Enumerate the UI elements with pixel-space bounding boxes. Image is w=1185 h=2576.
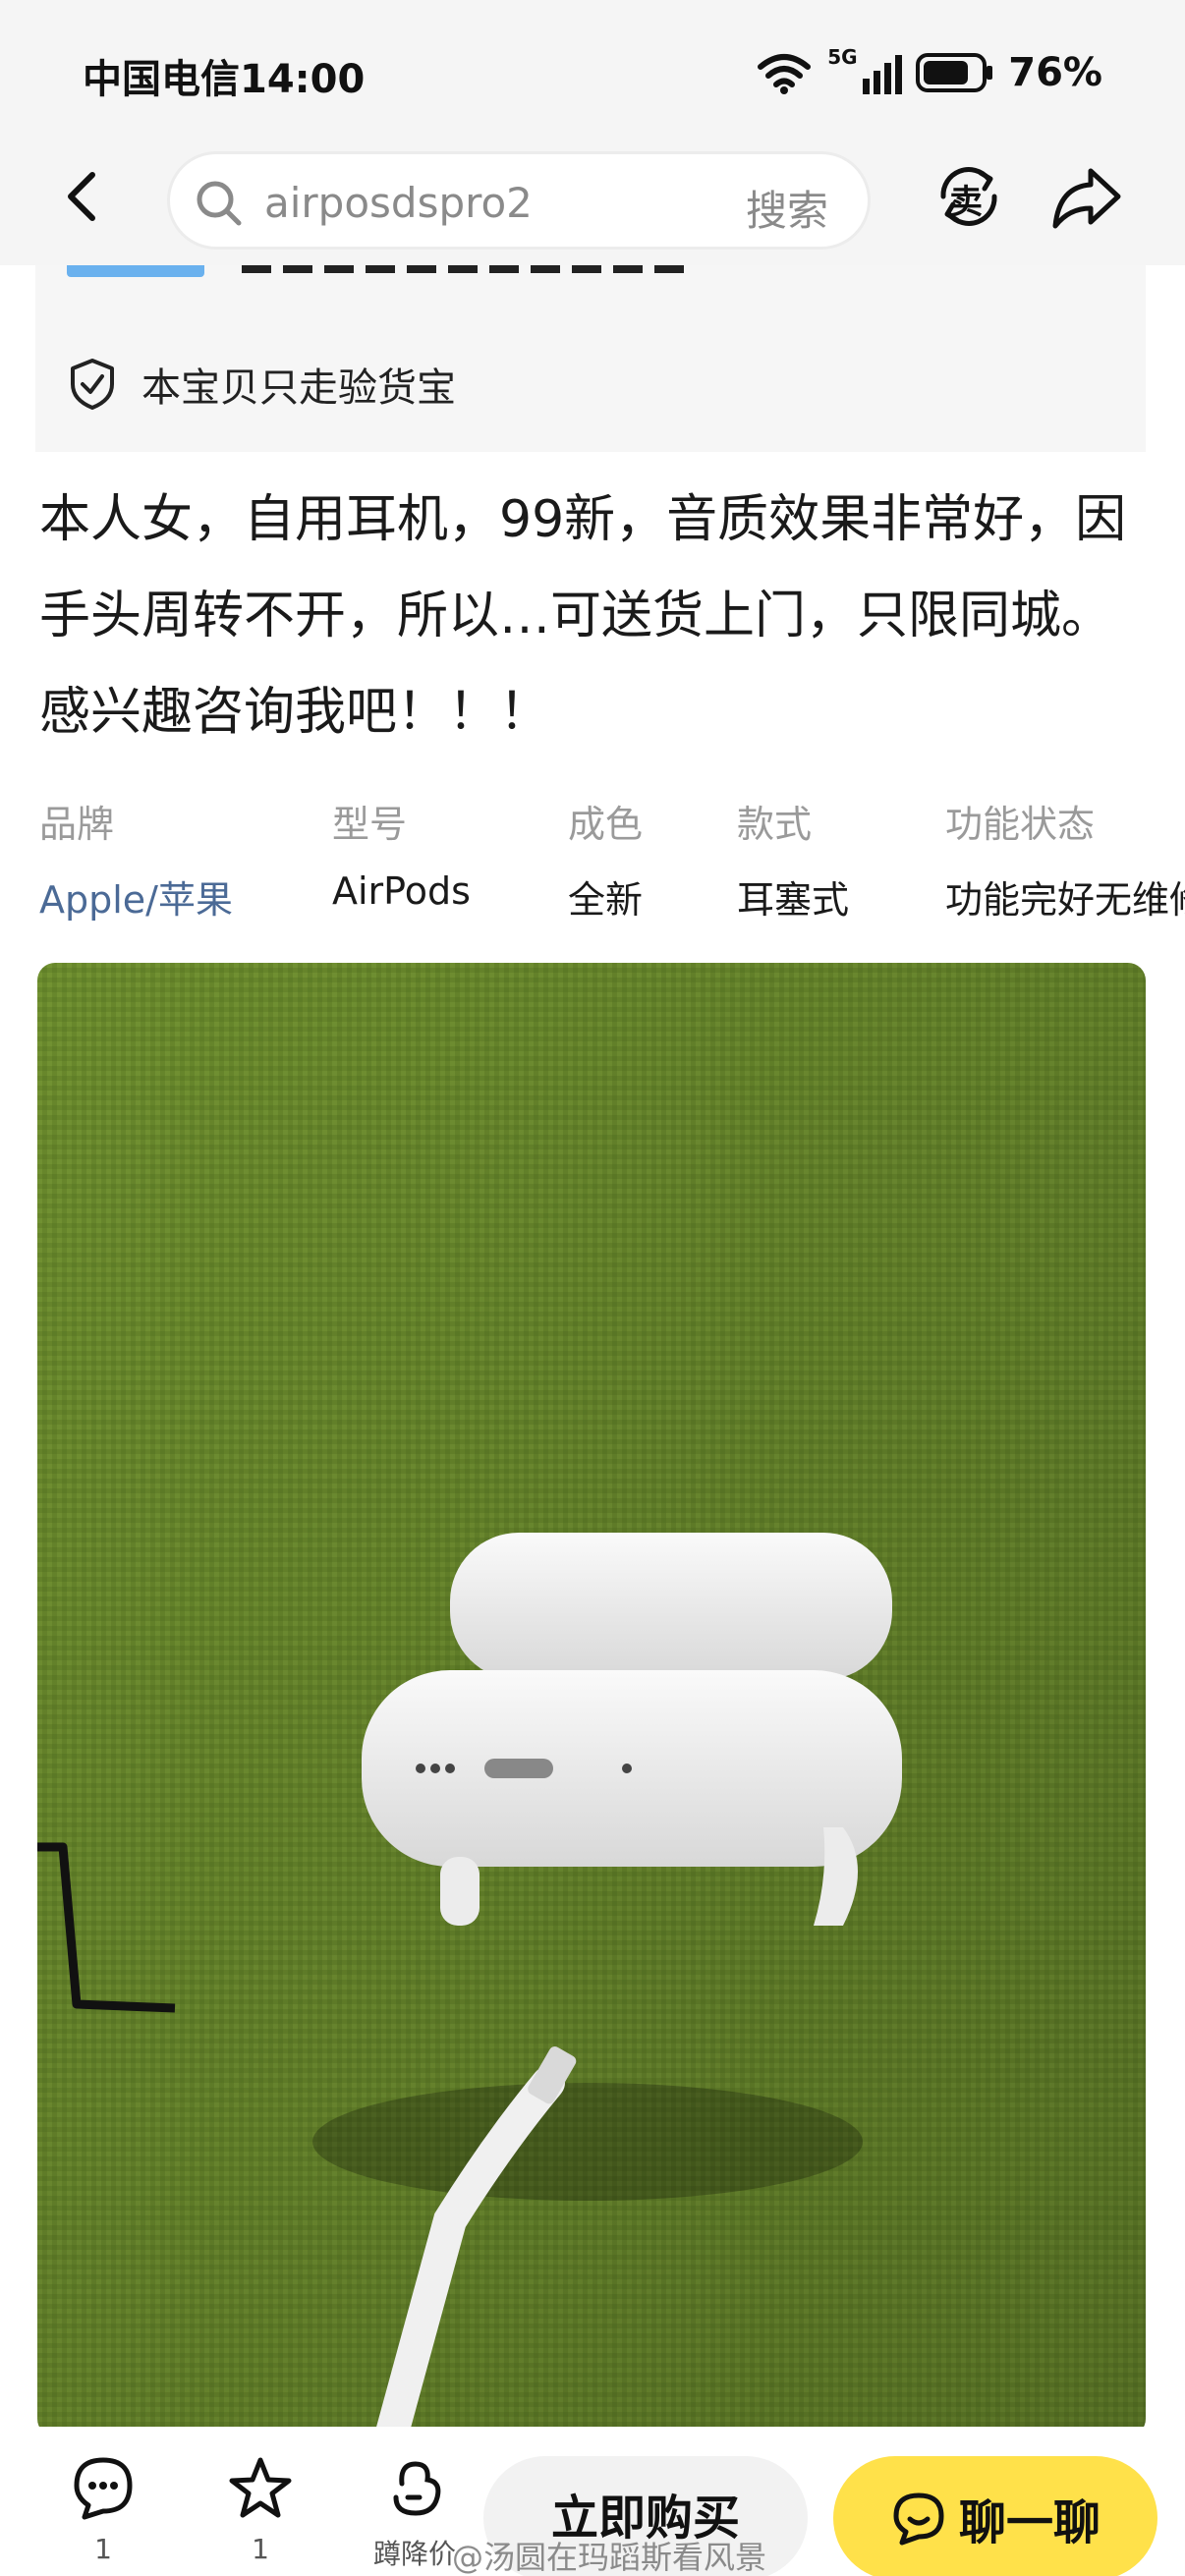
- search-bar[interactable]: 搜索: [167, 151, 871, 250]
- attribute-brand: 品牌 Apple/苹果: [39, 794, 233, 924]
- battery-percent: 76%: [1008, 50, 1102, 95]
- attribute-value-link[interactable]: Apple/苹果: [39, 869, 233, 924]
- battery-icon: [916, 53, 993, 92]
- attribute-key: 品牌: [39, 803, 115, 846]
- shield-check-icon: [71, 359, 114, 410]
- back-arrow-icon[interactable]: [55, 167, 114, 226]
- product-photo[interactable]: [37, 963, 1146, 2436]
- comment-count: 1: [94, 2533, 112, 2565]
- cellular-signal-icon: 5G: [827, 45, 903, 96]
- price-cut-watch-button[interactable]: 蹲降价: [366, 2454, 464, 2572]
- carrier-time: 中国电信14:00: [83, 57, 366, 102]
- comment-button[interactable]: 1: [59, 2454, 147, 2565]
- attribute-condition: 成色 全新: [568, 794, 643, 924]
- attribute-style: 款式 耳塞式: [737, 794, 849, 924]
- share-icon[interactable]: [1047, 161, 1126, 236]
- sell-button[interactable]: 卖: [930, 157, 1008, 236]
- attribute-value: AirPods: [332, 869, 471, 913]
- attribute-key: 型号: [332, 803, 408, 846]
- description-line: 手头周转不开，所以…可送货上门，只限同城。: [39, 587, 1113, 645]
- airpods-photo-illustration: [37, 963, 1146, 2436]
- attribute-value: 功能完好无维修: [945, 878, 1185, 922]
- status-bar: 中国电信14:00 5G 76%: [0, 39, 1185, 108]
- wifi-icon: [758, 54, 812, 94]
- description-line: 感兴趣咨询我吧！！！: [39, 683, 551, 742]
- attributes-row: 品牌 Apple/苹果 型号 AirPods 成色 全新 款式 耳塞式 功能状态…: [0, 776, 1185, 924]
- star-icon: [229, 2457, 292, 2518]
- attribute-key: 功能状态: [945, 803, 1096, 846]
- description-line: 本人女，自用耳机，99新，音质效果非常好，因: [39, 490, 1127, 549]
- search-input[interactable]: [264, 168, 657, 237]
- verify-row[interactable]: 本宝贝只走验货宝: [65, 356, 456, 413]
- favorite-button[interactable]: 1: [216, 2454, 305, 2565]
- search-button[interactable]: 搜索: [746, 178, 828, 238]
- chat-label: 聊一聊: [958, 2495, 1100, 2550]
- attribute-value: 全新: [568, 878, 644, 922]
- chat-button[interactable]: 聊一聊: [833, 2456, 1157, 2576]
- attribute-key: 成色: [568, 803, 644, 846]
- price-cut-label: 蹲降价: [372, 2538, 456, 2570]
- comment-icon: [74, 2457, 133, 2520]
- squat-hand-icon: [393, 2461, 441, 2516]
- favorite-count: 1: [252, 2533, 269, 2565]
- watermark: @汤圆在玛蹈斯看风景: [452, 2539, 767, 2576]
- attribute-value: 耳塞式: [737, 878, 850, 922]
- top-bar: 中国电信14:00 5G 76% airposdspro2 搜索 卖: [0, 0, 1185, 265]
- verify-text: 本宝贝只走验货宝: [141, 365, 456, 411]
- system-icons: 5G 76%: [755, 45, 1102, 96]
- navigation-row: 搜索 卖: [0, 138, 1185, 255]
- attribute-function: 功能状态 功能完好无维修: [945, 794, 1185, 924]
- item-description: 本人女，自用耳机，99新，音质效果非常好，因 手头周转不开，所以…可送货上门，只…: [39, 472, 1159, 760]
- attribute-model: 型号 AirPods: [332, 794, 471, 913]
- chat-bubble-icon: [893, 2492, 944, 2546]
- sell-icon-label: 卖: [949, 183, 983, 222]
- search-icon: [197, 181, 242, 226]
- attribute-key: 款式: [737, 803, 813, 846]
- verification-card: 本宝贝只走验货宝: [35, 246, 1146, 452]
